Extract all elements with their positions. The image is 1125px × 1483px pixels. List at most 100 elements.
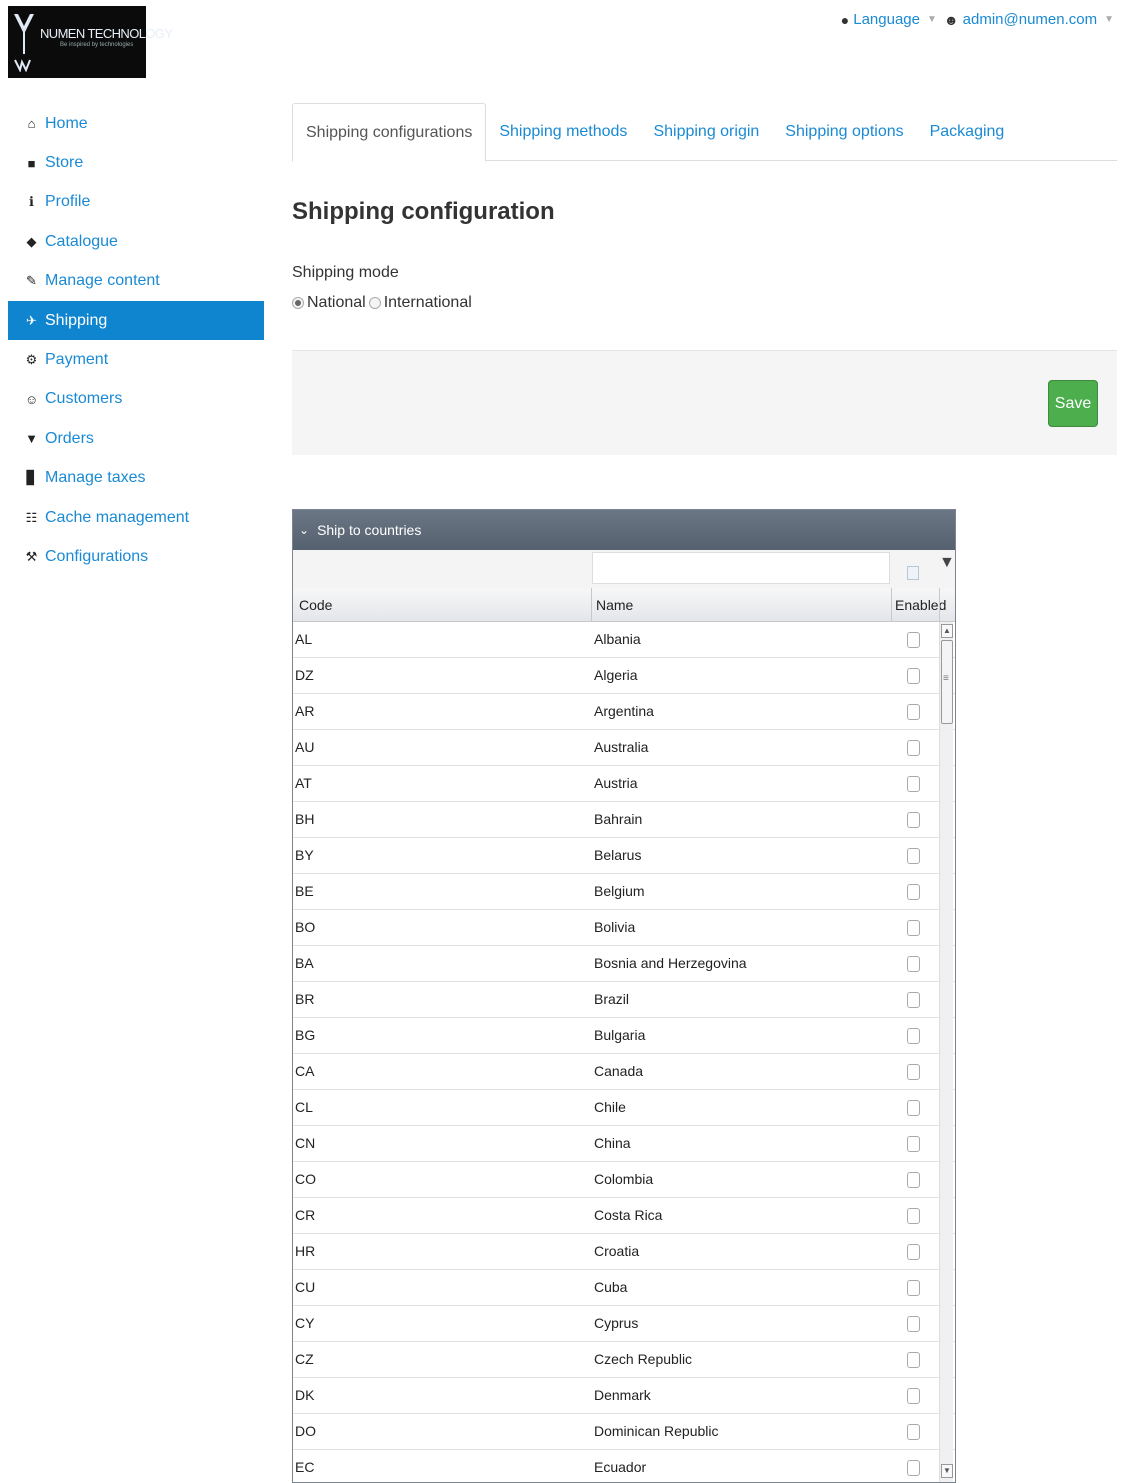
enabled-checkbox[interactable]: [907, 1352, 920, 1368]
tab-packaging[interactable]: Packaging: [917, 103, 1018, 161]
home-icon: ⌂: [27, 116, 36, 132]
enabled-checkbox[interactable]: [907, 776, 920, 792]
save-button[interactable]: Save: [1048, 380, 1098, 427]
language-menu[interactable]: Language: [853, 11, 920, 28]
enabled-checkbox[interactable]: [907, 704, 920, 720]
enabled-checkbox[interactable]: [907, 632, 920, 648]
column-header-code[interactable]: Code: [299, 597, 332, 613]
table-row[interactable]: AU Australia: [293, 730, 955, 766]
chevron-down-icon[interactable]: ▼: [1104, 14, 1114, 25]
table-row[interactable]: CL Chile: [293, 1090, 955, 1126]
radio-international[interactable]: [368, 297, 381, 309]
table-row[interactable]: EC Ecuador: [293, 1450, 955, 1482]
tab-shipping-configurations[interactable]: Shipping configurations: [292, 103, 487, 162]
enabled-checkbox[interactable]: [907, 992, 920, 1008]
cell-code: BG: [295, 1027, 316, 1043]
enabled-checkbox[interactable]: [907, 1424, 920, 1440]
table-row[interactable]: BH Bahrain: [293, 802, 955, 838]
scroll-down-icon[interactable]: ▼: [941, 1464, 953, 1478]
table-row[interactable]: CU Cuba: [293, 1270, 955, 1306]
enabled-checkbox[interactable]: [907, 1208, 920, 1224]
sidebar-item-manage-taxes[interactable]: ▊ Manage taxes: [8, 459, 264, 498]
table-row[interactable]: BO Bolivia: [293, 910, 955, 946]
enabled-checkbox[interactable]: [907, 848, 920, 864]
cell-code: CU: [295, 1279, 316, 1295]
table-row[interactable]: BY Belarus: [293, 838, 955, 874]
column-header-name[interactable]: Name: [596, 597, 633, 613]
table-row[interactable]: CA Canada: [293, 1054, 955, 1090]
scrollbar-thumb[interactable]: [941, 640, 953, 724]
table-row[interactable]: CR Costa Rica: [293, 1198, 955, 1234]
sidebar-item-store[interactable]: ■ Store: [8, 143, 264, 182]
grid-rows: AL Albania DZ Algeria AR Argentina AU Australia…: [293, 622, 955, 1482]
sidebar-item-shipping[interactable]: ✈ Shipping: [8, 300, 264, 341]
enabled-checkbox[interactable]: [907, 812, 920, 828]
table-row[interactable]: CY Cyprus: [293, 1306, 955, 1342]
enabled-checkbox[interactable]: [907, 668, 920, 684]
cell-name: Belarus: [594, 847, 642, 863]
table-row[interactable]: BA Bosnia and Herzegovina: [293, 946, 955, 982]
sidebar-item-payment[interactable]: ⚙ Payment: [8, 340, 264, 379]
sidebar-item-cache-management[interactable]: ☷ Cache management: [8, 498, 264, 537]
enabled-checkbox[interactable]: [907, 956, 920, 972]
enabled-checkbox[interactable]: [907, 740, 920, 756]
name-filter-input[interactable]: [592, 552, 890, 584]
scroll-up-icon[interactable]: ▲: [941, 624, 953, 638]
sidebar-item-catalogue[interactable]: ◆ Catalogue: [8, 222, 264, 261]
cell-code: CO: [295, 1171, 316, 1187]
enabled-checkbox[interactable]: [907, 1388, 920, 1404]
tab-shipping-options[interactable]: Shipping options: [772, 103, 916, 161]
table-row[interactable]: BE Belgium: [293, 874, 955, 910]
table-row[interactable]: BG Bulgaria: [293, 1018, 955, 1054]
table-row[interactable]: AL Albania: [293, 622, 955, 658]
chevron-down-icon[interactable]: ▼: [927, 14, 937, 25]
sidebar-item-label: Catalogue: [45, 232, 118, 250]
tab-shipping-origin[interactable]: Shipping origin: [640, 103, 772, 161]
table-row[interactable]: BR Brazil: [293, 982, 955, 1018]
enabled-checkbox[interactable]: [907, 1280, 920, 1296]
enabled-checkbox[interactable]: [907, 884, 920, 900]
cell-code: CN: [295, 1135, 316, 1151]
enabled-checkbox[interactable]: [907, 1136, 920, 1152]
enabled-checkbox[interactable]: [907, 1028, 920, 1044]
filter-enabled-toggle[interactable]: [907, 566, 919, 580]
enabled-checkbox[interactable]: [907, 1172, 920, 1188]
enabled-checkbox[interactable]: [907, 1100, 920, 1116]
enabled-checkbox[interactable]: [907, 1460, 920, 1476]
globe-icon: ●: [840, 11, 850, 28]
table-row[interactable]: CZ Czech Republic: [293, 1342, 955, 1378]
cell-name: Belgium: [594, 883, 645, 899]
radio-international-label[interactable]: International: [384, 294, 472, 312]
filter-icon[interactable]: ▼: [939, 554, 955, 572]
enabled-checkbox[interactable]: [907, 1316, 920, 1332]
cell-code: BE: [295, 883, 314, 899]
chevron-down-icon[interactable]: ⌄: [299, 523, 309, 537]
sidebar-item-manage-content[interactable]: ✎ Manage content: [8, 262, 264, 301]
enabled-checkbox[interactable]: [907, 920, 920, 936]
table-row[interactable]: CO Colombia: [293, 1162, 955, 1198]
grid-header[interactable]: ⌄ Ship to countries: [293, 510, 955, 550]
table-row[interactable]: DZ Algeria: [293, 658, 955, 694]
grid-scrollbar[interactable]: ▲ ▼: [939, 622, 953, 1482]
table-row[interactable]: CN China: [293, 1126, 955, 1162]
sidebar-item-orders[interactable]: ▼ Orders: [8, 419, 264, 458]
column-headers: Code Name Enabled: [293, 588, 955, 622]
sidebar-item-profile[interactable]: ℹ Profile: [8, 183, 264, 222]
enabled-checkbox[interactable]: [907, 1244, 920, 1260]
shipping-mode-label: Shipping mode: [292, 264, 399, 281]
sidebar-item-home[interactable]: ⌂ Home: [8, 104, 264, 143]
tab-shipping-methods[interactable]: Shipping methods: [486, 103, 640, 161]
table-row[interactable]: HR Croatia: [293, 1234, 955, 1270]
radio-national[interactable]: [292, 297, 304, 309]
company-logo[interactable]: NUMEN TECHNOLOGY Be inspired by technolo…: [8, 6, 173, 78]
table-row[interactable]: AR Argentina: [293, 694, 955, 730]
table-row[interactable]: AT Austria: [293, 766, 955, 802]
sidebar-item-configurations[interactable]: ⚒ Configurations: [8, 537, 264, 576]
cell-code: DO: [295, 1423, 316, 1439]
user-menu[interactable]: admin@numen.com: [963, 11, 1097, 28]
table-row[interactable]: DK Denmark: [293, 1378, 955, 1414]
table-row[interactable]: DO Dominican Republic: [293, 1414, 955, 1450]
radio-national-label[interactable]: National: [307, 294, 366, 312]
enabled-checkbox[interactable]: [907, 1064, 920, 1080]
sidebar-item-customers[interactable]: ☺ Customers: [8, 380, 264, 419]
